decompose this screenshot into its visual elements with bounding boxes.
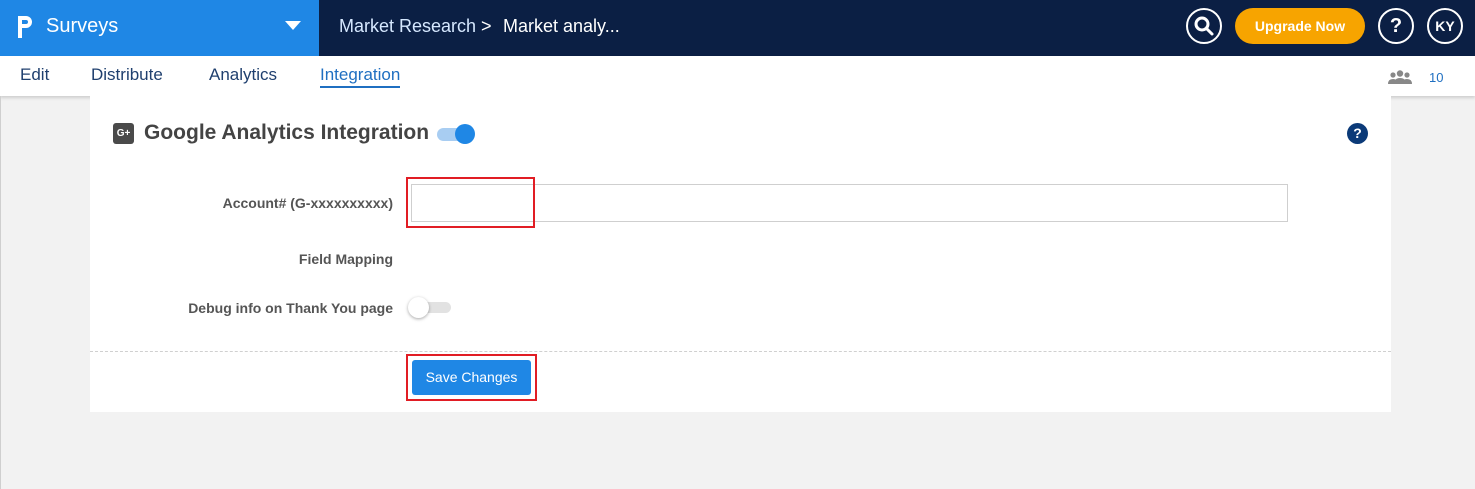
search-button[interactable]	[1186, 8, 1222, 44]
help-button[interactable]: ?	[1378, 8, 1414, 44]
account-label: Account# (G-xxxxxxxxxx)	[222, 195, 393, 211]
p-logo-icon	[18, 16, 32, 38]
page-left-border	[0, 96, 1, 489]
toggle-knob	[455, 124, 475, 144]
field-mapping-label: Field Mapping	[298, 251, 393, 267]
google-plus-icon: G+	[113, 123, 134, 144]
caret-down-icon[interactable]	[285, 21, 301, 30]
panel-title: Google Analytics Integration	[144, 121, 430, 144]
tab-distribute[interactable]: Distribute	[91, 65, 163, 85]
help-icon[interactable]: ?	[1347, 123, 1368, 144]
app-switcher[interactable]: Surveys	[0, 0, 319, 56]
breadcrumb-current-survey: Market analy...	[503, 16, 620, 36]
tab-analytics[interactable]: Analytics	[209, 65, 277, 85]
tab-edit[interactable]: Edit	[20, 65, 49, 85]
app-name: Surveys	[46, 15, 119, 37]
survey-tabs: Edit Distribute Analytics Integration	[0, 56, 1475, 96]
breadcrumb-market-research[interactable]: Market Research	[339, 16, 476, 37]
upgrade-now-button[interactable]: Upgrade Now	[1235, 8, 1365, 44]
breadcrumb-separator: >	[481, 16, 492, 36]
search-icon	[1194, 16, 1214, 36]
tab-integration[interactable]: Integration	[320, 65, 401, 88]
people-icon[interactable]	[1387, 69, 1413, 85]
top-bar: Surveys Market Research > Market analy..…	[0, 0, 1475, 56]
account-input[interactable]	[411, 184, 1288, 222]
panel-divider	[90, 351, 1391, 352]
toggle-knob	[408, 297, 429, 318]
save-changes-button[interactable]: Save Changes	[412, 360, 531, 395]
debug-info-label: Debug info on Thank You page	[188, 300, 393, 316]
collaborator-count[interactable]: 10	[1429, 70, 1443, 85]
user-avatar[interactable]: KY	[1427, 8, 1463, 44]
